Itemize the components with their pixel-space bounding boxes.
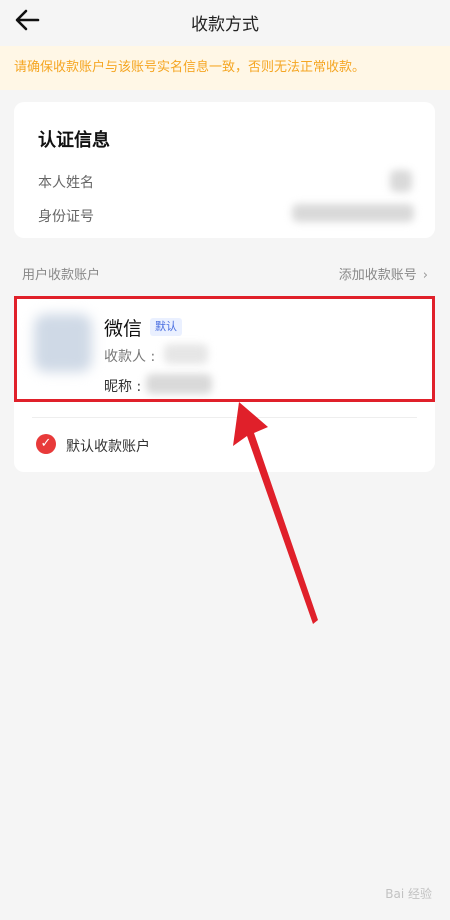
top-bar: 收款方式 <box>0 0 450 44</box>
default-checkbox[interactable]: ✓ <box>36 434 56 454</box>
add-account-label: 添加收款账号 <box>338 268 417 283</box>
add-account-link[interactable]: 添加收款账号 › <box>339 264 428 283</box>
notice-banner: 请确保收款账户与该账号实名信息一致，否则无法正常收款。 <box>0 46 450 90</box>
id-value-blurred <box>292 204 414 222</box>
page-title: 收款方式 <box>191 15 259 35</box>
name-value-blurred <box>390 170 412 192</box>
chevron-right-icon: › <box>422 268 428 283</box>
highlight-box <box>14 296 435 402</box>
auth-info-title: 认证信息 <box>38 130 110 151</box>
default-checkbox-label: 默认收款账户 <box>66 439 150 455</box>
name-label: 本人姓名 <box>38 175 94 191</box>
divider <box>32 417 417 418</box>
id-label: 身份证号 <box>38 209 94 225</box>
accounts-section-label: 用户收款账户 <box>22 268 101 283</box>
watermark: Bai 经验 <box>385 887 432 901</box>
check-icon: ✓ <box>40 436 52 451</box>
accounts-section-header: 用户收款账户 添加收款账号 › <box>0 256 450 288</box>
auth-info-card: 认证信息 本人姓名 身份证号 <box>14 102 435 238</box>
